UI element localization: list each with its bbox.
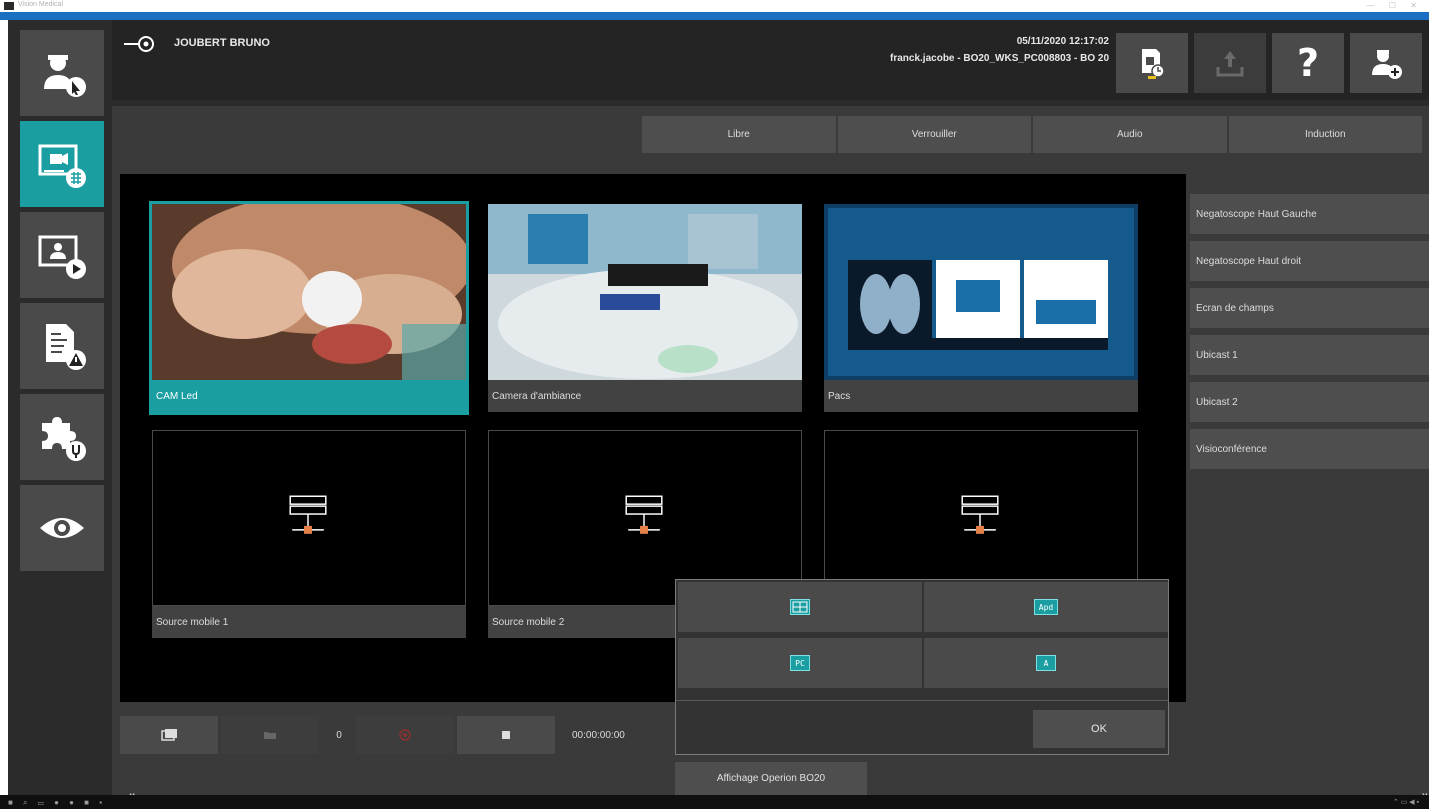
layout-popup: Apd PC A OK	[675, 579, 1169, 755]
help-icon: ?	[1296, 41, 1320, 85]
tab-verrouiller[interactable]: Verrouiller	[837, 116, 1031, 153]
source-tile-mobile-1[interactable]: Source mobile 1	[152, 430, 466, 638]
capture-count: 0	[336, 729, 342, 741]
network-source-icon	[289, 495, 327, 534]
display-button[interactable]	[1116, 33, 1188, 93]
taskbar-icons[interactable]: ■ ⌕ ▭ ● ● ■ ▪	[8, 798, 106, 808]
split-layout-icon	[790, 599, 810, 615]
snapshot-icon	[161, 729, 177, 741]
source-label: Source mobile 1	[152, 606, 466, 638]
source-tile-camera-ambiance[interactable]: Camera d'ambiance	[488, 204, 802, 412]
help-button[interactable]: ?	[1272, 33, 1344, 93]
folder-icon	[264, 732, 276, 739]
recording-bar: 0 00:00:00:00	[120, 716, 625, 754]
nav-eye[interactable]	[20, 485, 104, 571]
window-controls[interactable]: — ☐ ✕	[1367, 1, 1423, 10]
source-label: CAM Led	[152, 380, 466, 412]
destination-visioconference[interactable]: Visioconférence	[1190, 429, 1429, 469]
source-tile-cam-led[interactable]: CAM Led	[149, 201, 469, 415]
app-icon	[4, 2, 14, 10]
window-title: Vision Medical	[18, 1, 64, 8]
ok-button[interactable]: OK	[1033, 710, 1165, 748]
nav-plugin[interactable]	[20, 394, 104, 480]
text-layout-icon: Apd	[1034, 599, 1058, 615]
add-user-icon	[1372, 50, 1402, 79]
export-button[interactable]	[1194, 33, 1266, 93]
single-layout-icon: A	[1036, 655, 1056, 671]
tab-audio[interactable]: Audio	[1033, 116, 1227, 153]
layout-option-pc[interactable]: PC	[678, 638, 922, 688]
nav-document-alert[interactable]	[20, 303, 104, 389]
record-icon	[399, 729, 411, 741]
tab-libre[interactable]: Libre	[642, 116, 836, 153]
user-name: JOUBERT BRUNO	[174, 37, 270, 49]
destination-negatoscope-haut-droit[interactable]: Negatoscope Haut droit	[1190, 241, 1429, 281]
os-taskbar: ■ ⌕ ▭ ● ● ■ ▪ ⌃ ▭ ◀ ▪	[0, 795, 1429, 809]
add-user-button[interactable]	[1350, 33, 1422, 93]
operion-display-button[interactable]: Affichage Operion BO20	[675, 762, 867, 795]
destination-ubicast-2[interactable]: Ubicast 2	[1190, 382, 1429, 422]
destination-ubicast-1[interactable]: Ubicast 1	[1190, 335, 1429, 375]
nav-surgeon[interactable]	[20, 30, 104, 116]
record-timecode: 00:00:00:00	[572, 729, 625, 741]
window-accent-bar	[0, 12, 1429, 20]
taskbar-tray[interactable]: ⌃ ▭ ◀ ▪	[1393, 798, 1419, 806]
plugin-icon	[42, 417, 86, 461]
destination-ecran-de-champs[interactable]: Ecran de champs	[1190, 288, 1429, 328]
tab-induction[interactable]: Induction	[1228, 116, 1422, 153]
logout-icon[interactable]	[122, 34, 158, 54]
video-routing-icon	[38, 144, 86, 188]
record-button[interactable]	[356, 716, 454, 754]
operating-room-image	[488, 204, 802, 380]
source-preview	[152, 430, 466, 606]
source-preview	[152, 204, 466, 380]
stop-button[interactable]	[457, 716, 555, 754]
stop-icon	[502, 731, 510, 739]
session-info: franck.jacobe - BO20_WKS_PC008803 - BO 2…	[890, 53, 1109, 64]
window-titlebar: Vision Medical — ☐ ✕	[0, 0, 1429, 12]
header: JOUBERT BRUNO 05/11/2020 12:17:02 franck…	[112, 20, 1429, 100]
layout-option-text[interactable]: Apd	[924, 582, 1168, 632]
left-nav	[20, 30, 104, 576]
source-label: Pacs	[824, 380, 1138, 412]
document-alert-icon	[46, 324, 86, 370]
snapshot-button[interactable]	[120, 716, 218, 754]
mode-tabs: Libre Verrouiller Audio Induction	[642, 116, 1422, 153]
popup-divider	[676, 700, 1168, 701]
source-label: Camera d'ambiance	[488, 380, 802, 412]
pacs-screen-image	[824, 204, 1138, 380]
eye-icon	[40, 518, 84, 538]
source-preview	[824, 204, 1138, 380]
layout-option-split[interactable]	[678, 582, 922, 632]
destination-list: Negatoscope Haut Gauche Negatoscope Haut…	[1190, 194, 1429, 476]
destination-negatoscope-haut-gauche[interactable]: Negatoscope Haut Gauche	[1190, 194, 1429, 234]
pc-layout-icon: PC	[790, 655, 810, 671]
surgery-camera-image	[152, 204, 466, 380]
source-preview	[488, 204, 802, 380]
display-icon	[1142, 49, 1165, 79]
surgeon-icon	[44, 55, 86, 97]
source-tile-pacs[interactable]: Pacs	[824, 204, 1138, 412]
video-play-icon	[38, 235, 86, 279]
datetime: 05/11/2020 12:17:02	[1016, 36, 1109, 47]
folder-button[interactable]	[221, 716, 319, 754]
nav-video-play[interactable]	[20, 212, 104, 298]
layout-option-single[interactable]: A	[924, 638, 1168, 688]
nav-video-routing[interactable]	[20, 121, 104, 207]
export-icon	[1216, 51, 1244, 77]
